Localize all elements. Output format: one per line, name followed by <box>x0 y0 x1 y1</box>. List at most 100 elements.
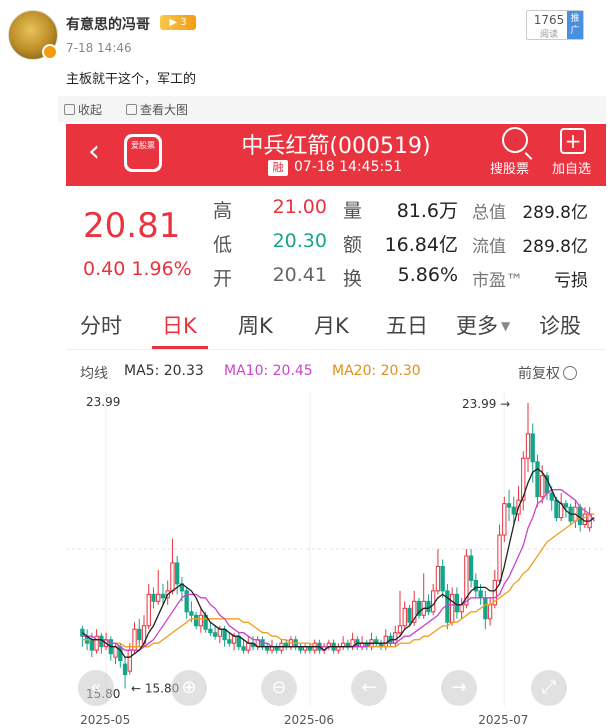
step-left-icon[interactable]: ← <box>351 670 387 706</box>
candle-body <box>122 663 128 676</box>
price-change: 0.40 1.96% <box>83 258 192 280</box>
push-button[interactable]: 推广 <box>567 11 583 39</box>
search-icon[interactable] <box>502 127 528 153</box>
tab-more-label: 更多 <box>456 314 498 338</box>
candle-body <box>445 590 450 623</box>
candle-body <box>137 628 142 641</box>
zoom-in-icon[interactable]: ⊕ <box>171 670 207 706</box>
kline-chart[interactable]: 23.9915.8023.99 →← 15.802025-052025-0620… <box>66 386 606 728</box>
active-tab-indicator <box>152 346 208 349</box>
candle-body <box>160 593 166 599</box>
candle-body <box>511 506 516 515</box>
scroll-left-icon[interactable]: « <box>78 670 114 706</box>
candle-body <box>473 579 479 592</box>
candle-body <box>502 503 507 536</box>
total-mv-label: 总值 <box>472 203 506 223</box>
candle-body <box>525 433 531 459</box>
candle-body <box>435 565 441 592</box>
candle-body <box>530 433 535 463</box>
high-label: 高 <box>213 200 233 222</box>
collapse-icon <box>64 104 75 115</box>
volume-value: 81.6万 <box>396 200 458 222</box>
tab-daily-k[interactable]: 日K <box>162 310 197 340</box>
tab-diagnose[interactable]: 诊股 <box>539 310 581 340</box>
candle-body <box>535 461 540 498</box>
candle-body <box>383 635 388 648</box>
tab-more[interactable]: 更多 ▼ <box>456 310 510 340</box>
zoom-image-icon <box>126 104 137 115</box>
vip-badge: ▶ 3 <box>160 15 196 30</box>
amount-label: 额 <box>343 234 363 256</box>
image-toolbar: 收起 查看大图 <box>58 96 606 122</box>
ma20-value: MA20: 20.30 <box>332 363 421 379</box>
ma5-line <box>82 468 595 658</box>
tab-five-day[interactable]: 五日 <box>386 310 428 340</box>
verified-badge-icon <box>42 44 58 60</box>
collapse-button[interactable]: 收起 <box>64 101 102 118</box>
margin-badge: 融 <box>268 160 288 176</box>
x-axis-label: 2025-06 <box>284 713 334 727</box>
candle-body <box>241 646 246 651</box>
candle-body <box>497 534 502 581</box>
volume-label: 量 <box>343 200 363 222</box>
candle-body <box>397 625 403 634</box>
read-label: 阅读 <box>539 30 558 40</box>
adjust-setting[interactable]: 前复权 <box>518 363 577 383</box>
candle-body <box>426 600 431 613</box>
candle-body <box>506 503 512 508</box>
candle-body <box>146 593 151 627</box>
turnover-label: 换 <box>343 268 363 290</box>
view-large-label: 查看大图 <box>140 103 189 117</box>
candle-body <box>459 604 464 613</box>
collapse-label: 收起 <box>78 103 103 117</box>
ma5-value: MA5: 20.33 <box>124 363 204 379</box>
stock-header: ‹ 爱股票 中兵红箭(000519) 融 07-18 14:45:51 搜股票 … <box>66 124 606 186</box>
ma-label: 均线 <box>80 366 108 382</box>
settings-gear-icon <box>563 366 577 380</box>
candle-body <box>189 611 194 616</box>
candle-body <box>440 565 445 592</box>
x-axis-label: 2025-07 <box>478 713 528 727</box>
add-watchlist-label[interactable]: 加自选 <box>552 158 591 177</box>
tab-intraday[interactable]: 分时 <box>80 310 122 340</box>
add-watchlist-icon[interactable]: + <box>560 128 586 154</box>
step-right-icon[interactable]: → <box>441 670 477 706</box>
fullscreen-icon[interactable]: ⤢ <box>531 670 567 706</box>
candle-body <box>227 639 232 644</box>
change-value: 0.40 <box>83 258 126 280</box>
candle-body <box>212 632 218 637</box>
search-stock-label[interactable]: 搜股票 <box>490 158 529 177</box>
float-mv-label: 流值 <box>472 237 506 257</box>
candle-body <box>577 506 583 526</box>
high-value: 21.00 <box>272 196 327 218</box>
zoom-out-icon[interactable]: ⊖ <box>261 670 297 706</box>
period-tabs: 分时 日K 周K 月K 五日 更多 ▼ 诊股 <box>66 298 606 350</box>
total-mv-value: 289.8亿 <box>522 203 588 223</box>
candle-body <box>99 635 104 648</box>
current-price: 20.81 <box>83 206 181 246</box>
ma20-line <box>82 513 595 648</box>
candle-body <box>170 562 175 592</box>
float-mv-value: 289.8亿 <box>522 237 588 257</box>
view-large-button[interactable]: 查看大图 <box>126 101 188 118</box>
x-axis-label: 2025-05 <box>80 713 130 727</box>
update-time: 07-18 14:45:51 <box>294 159 403 175</box>
y-max-label: 23.99 <box>86 395 120 409</box>
read-count-box: 1765 阅读 推广 <box>526 10 584 40</box>
tab-weekly-k[interactable]: 周K <box>238 310 273 340</box>
post-text: 主板就干这个，军工的 <box>66 72 197 87</box>
candle-body <box>454 593 460 613</box>
user-name[interactable]: 有意思的冯哥 <box>66 14 150 34</box>
candle-body <box>127 649 132 672</box>
amount-value: 16.84亿 <box>384 234 458 256</box>
stock-app-screenshot: ‹ 爱股票 中兵红箭(000519) 融 07-18 14:45:51 搜股票 … <box>66 124 606 728</box>
candle-body <box>156 593 161 602</box>
kline-svg: 23.9915.8023.99 →← 15.802025-052025-0620… <box>66 392 606 727</box>
pe-value: 亏损 <box>554 271 588 291</box>
adjust-label: 前复权 <box>518 366 560 382</box>
candle-body <box>449 593 455 623</box>
tab-monthly-k[interactable]: 月K <box>314 310 349 340</box>
ma-legend: 均线 MA5: 20.33 MA10: 20.45 MA20: 20.30 前复… <box>66 356 606 386</box>
open-value: 20.41 <box>272 264 327 286</box>
ma10-value: MA10: 20.45 <box>224 363 313 379</box>
